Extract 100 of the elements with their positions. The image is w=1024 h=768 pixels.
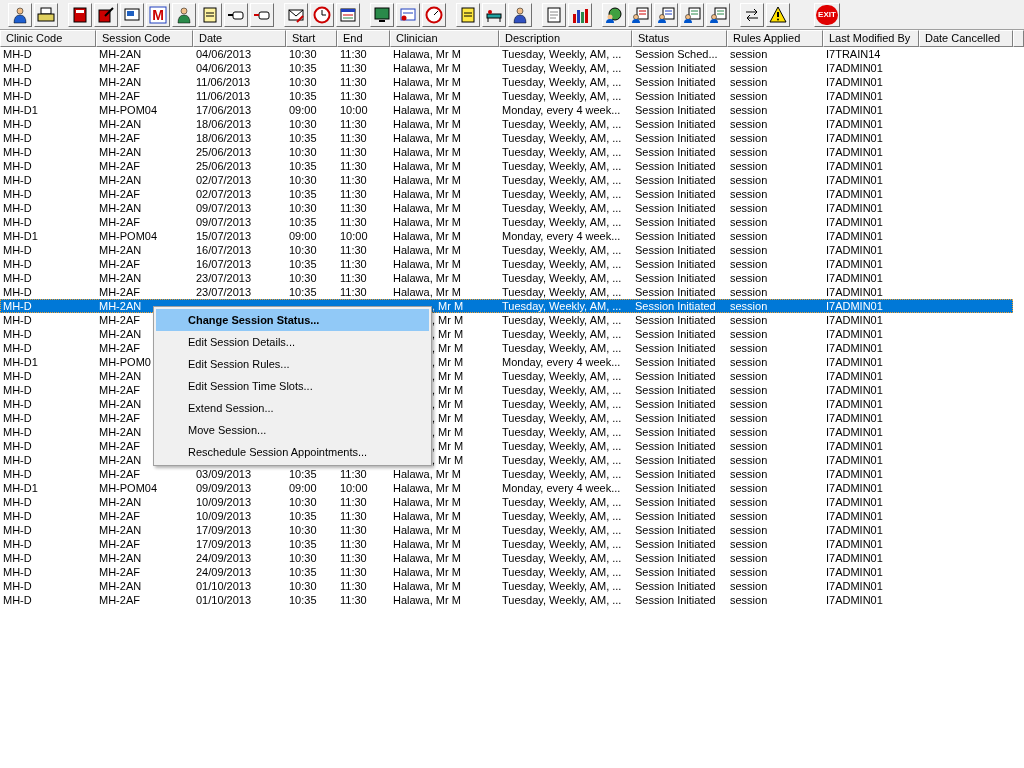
menu-item[interactable]: Edit Session Time Slots... — [156, 375, 429, 397]
toolbar-button[interactable] — [284, 2, 308, 27]
table-cell: 11:30 — [340, 510, 367, 522]
table-cell: 10:35 — [289, 510, 317, 522]
table-cell: Session Initiated — [635, 300, 716, 312]
table-cell: Tuesday, Weekly, AM, ... — [502, 160, 622, 172]
column-header[interactable]: End — [337, 30, 390, 47]
toolbar-button[interactable] — [482, 2, 506, 27]
table-cell: 10:30 — [289, 580, 317, 592]
toolbar-button[interactable] — [336, 2, 360, 27]
table-cell: MH-D — [3, 566, 32, 578]
table-cell: session — [730, 160, 768, 172]
table-cell: 10:35 — [289, 216, 317, 228]
column-header[interactable]: Date — [193, 30, 286, 47]
table-cell: Halawa, Mr M — [393, 258, 461, 270]
column-header[interactable]: Date Cancelled — [919, 30, 1013, 47]
toolbar-button[interactable] — [628, 2, 652, 27]
table-cell: Tuesday, Weekly, AM, ... — [502, 244, 622, 256]
table-cell: 16/07/2013 — [196, 244, 252, 256]
menu-item[interactable]: Edit Session Rules... — [156, 353, 429, 375]
table-cell: MH-2AN — [99, 48, 142, 60]
table-cell: 01/10/2013 — [196, 594, 252, 606]
column-header[interactable]: Clinician — [390, 30, 499, 47]
table-cell: Halawa, Mr M — [393, 482, 461, 494]
menu-item[interactable]: Change Session Status... — [156, 309, 429, 331]
table-cell: I7ADMIN01 — [826, 384, 883, 396]
table-cell: MH-D1 — [3, 356, 38, 368]
toolbar-button[interactable] — [8, 2, 32, 27]
table-cell: Halawa, Mr M — [393, 566, 461, 578]
table-cell: I7ADMIN01 — [826, 496, 883, 508]
column-header[interactable]: Description — [499, 30, 632, 47]
toolbar-button[interactable] — [34, 2, 58, 27]
toolbar-button[interactable] — [766, 2, 790, 27]
table-cell: MH-2AF — [99, 510, 140, 522]
table-cell: session — [730, 314, 768, 326]
table-cell: MH-D — [3, 328, 32, 340]
toolbar-button[interactable] — [172, 2, 196, 27]
menu-item[interactable]: Extend Session... — [156, 397, 429, 419]
column-header[interactable]: Start — [286, 30, 337, 47]
table-cell: I7ADMIN01 — [826, 356, 883, 368]
toolbar-button[interactable] — [508, 2, 532, 27]
menu-item[interactable]: Edit Session Details... — [156, 331, 429, 353]
table-cell: Tuesday, Weekly, AM, ... — [502, 328, 622, 340]
table-cell: MH-2AN — [99, 328, 142, 340]
toolbar-button[interactable] — [654, 2, 678, 27]
table-cell: I7ADMIN01 — [826, 286, 883, 298]
toolbar-button[interactable] — [94, 2, 118, 27]
table-cell: session — [730, 118, 768, 130]
table-cell: Session Initiated — [635, 496, 716, 508]
table-cell: Halawa, Mr M — [393, 496, 461, 508]
menu-item[interactable]: Move Session... — [156, 419, 429, 441]
table-cell: Tuesday, Weekly, AM, ... — [502, 468, 622, 480]
table-cell: MH-D — [3, 188, 32, 200]
table-cell: 10:35 — [289, 132, 317, 144]
table-cell: Halawa, Mr M — [393, 468, 461, 480]
toolbar-button[interactable] — [568, 2, 592, 27]
table-cell: Tuesday, Weekly, AM, ... — [502, 580, 622, 592]
table-cell: Halawa, Mr M — [393, 538, 461, 550]
toolbar-button[interactable] — [370, 2, 394, 27]
table-cell: MH-D — [3, 440, 32, 452]
notepad-pen-icon — [97, 5, 115, 24]
table-cell: I7ADMIN01 — [826, 300, 883, 312]
toolbar-button[interactable] — [224, 2, 248, 27]
table-cell: session — [730, 104, 768, 116]
table-cell: Halawa, Mr M — [393, 524, 461, 536]
table-cell: session — [730, 594, 768, 606]
table-cell: Halawa, Mr M — [393, 510, 461, 522]
menu-item[interactable]: Reschedule Session Appointments... — [156, 441, 429, 463]
table-cell: Tuesday, Weekly, AM, ... — [502, 496, 622, 508]
table-cell: I7ADMIN01 — [826, 230, 883, 242]
toolbar-button[interactable] — [706, 2, 730, 27]
column-header[interactable]: Rules Applied — [727, 30, 823, 47]
column-header[interactable]: Last Modified By — [823, 30, 919, 47]
toolbar-button[interactable] — [602, 2, 626, 27]
toolbar-button[interactable] — [120, 2, 144, 27]
exit-button[interactable]: EXIT — [814, 2, 840, 27]
table-cell: Tuesday, Weekly, AM, ... — [502, 300, 622, 312]
table-cell: Tuesday, Weekly, AM, ... — [502, 118, 622, 130]
table-cell: Halawa, Mr M — [393, 118, 461, 130]
toolbar-button[interactable] — [68, 2, 92, 27]
table-cell: MH-2AN — [99, 370, 142, 382]
table-cell: Halawa, Mr M — [393, 230, 461, 242]
table-cell: 11:30 — [340, 146, 367, 158]
table-cell: session — [730, 552, 768, 564]
monitor-icon — [373, 5, 391, 24]
table-cell: session — [730, 454, 768, 466]
table-cell: 10:30 — [289, 118, 317, 130]
toolbar-button[interactable] — [680, 2, 704, 27]
table-cell: MH-D — [3, 552, 32, 564]
column-header[interactable]: Session Code — [96, 30, 193, 47]
table-cell: MH-D — [3, 468, 32, 480]
table-cell: session — [730, 244, 768, 256]
table-cell: Tuesday, Weekly, AM, ... — [502, 146, 622, 158]
table-cell: I7ADMIN01 — [826, 104, 883, 116]
table-cell: 11:30 — [340, 524, 367, 536]
column-header[interactable]: Status — [632, 30, 727, 47]
column-header[interactable]: Clinic Code — [0, 30, 96, 47]
table-cell: 10:30 — [289, 272, 317, 284]
table-cell: session — [730, 440, 768, 452]
table-cell: MH-2AF — [99, 62, 140, 74]
